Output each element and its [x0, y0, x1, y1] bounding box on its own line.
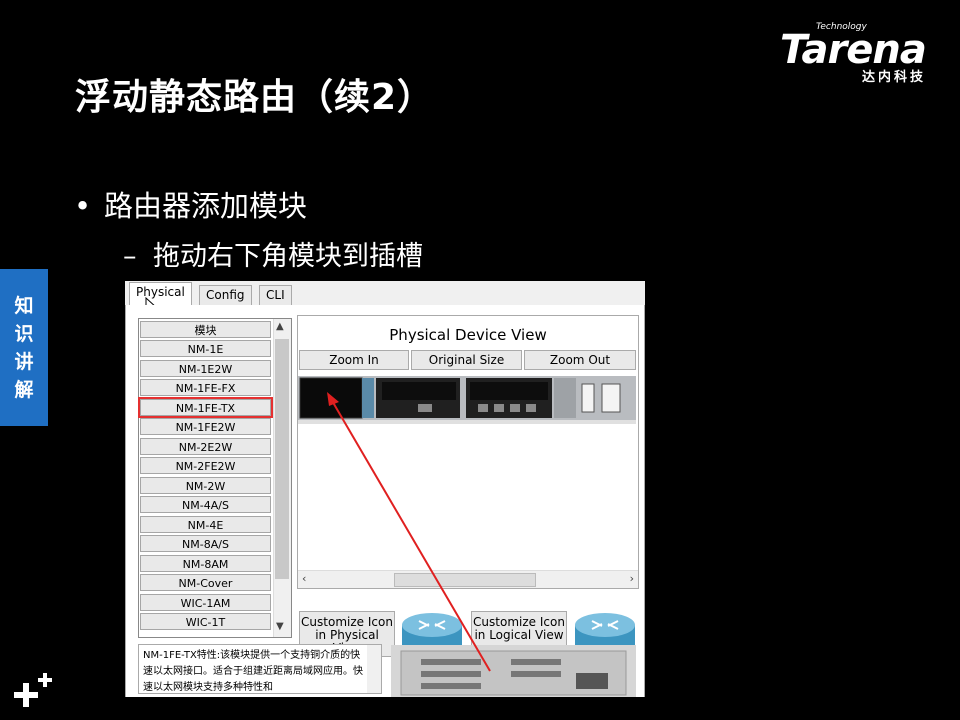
list-item[interactable]: NM-4A/S — [140, 496, 271, 513]
scrollbar-thumb[interactable] — [394, 573, 536, 587]
side-tab-char: 讲 — [14, 350, 34, 373]
list-item[interactable]: NM-8A/S — [140, 535, 271, 552]
scroll-down-icon[interactable]: ▼ — [276, 621, 284, 632]
description-scrollbar[interactable] — [367, 645, 381, 693]
list-item[interactable]: NM-1FE2W — [140, 418, 271, 435]
logo-text: Tarena — [780, 27, 927, 73]
device-view-title: Physical Device View — [389, 326, 547, 344]
module-list[interactable]: 模块 NM-1E NM-1E2W NM-1FE-FX NM-1FE-TX NM-… — [138, 318, 292, 638]
packet-tracer-window: Physical Config CLI 模块 NM-1E NM-1E2W NM-… — [125, 281, 645, 697]
tab-config[interactable]: Config — [199, 285, 252, 305]
tab-physical[interactable]: Physical — [129, 282, 192, 306]
list-item[interactable]: NM-2FE2W — [140, 457, 271, 474]
list-item[interactable]: NM-Cover — [140, 574, 271, 591]
scroll-left-icon[interactable]: ‹ — [302, 572, 306, 585]
list-item[interactable]: NM-8AM — [140, 555, 271, 572]
scrollbar-thumb[interactable] — [275, 339, 289, 579]
list-item[interactable]: NM-1E2W — [140, 360, 271, 377]
bullet-dot: • — [74, 189, 92, 223]
bullet-level2-text: 拖动右下角模块到插槽 — [153, 241, 423, 272]
side-tab-char: 识 — [14, 322, 34, 345]
list-item[interactable]: NM-1FE-FX — [140, 379, 271, 396]
list-item[interactable]: NM-2E2W — [140, 438, 271, 455]
tab-cli[interactable]: CLI — [259, 285, 292, 305]
physical-device-view: Physical Device View Zoom In Original Si… — [297, 315, 639, 589]
list-item[interactable]: WIC-1AM — [140, 594, 271, 611]
physical-panel: 模块 NM-1E NM-1E2W NM-1FE-FX NM-1FE-TX NM-… — [125, 305, 645, 697]
bullet-level2: – 拖动右下角模块到插槽 — [123, 234, 423, 273]
bullet-dash: – — [123, 241, 137, 272]
list-item[interactable]: NM-1E — [140, 340, 271, 357]
zoom-out-button[interactable]: Zoom Out — [524, 350, 636, 370]
bullet-level1: • 路由器添加模块 — [74, 183, 307, 225]
knowledge-side-tab: 知 识 讲 解 — [0, 269, 48, 426]
module-board-image — [391, 645, 636, 697]
scroll-up-icon[interactable]: ▲ — [276, 321, 284, 332]
zoom-in-button[interactable]: Zoom In — [299, 350, 409, 370]
plus-icon — [14, 673, 52, 707]
module-list-scrollbar[interactable]: ▲ ▼ — [273, 319, 291, 637]
tab-bar: Physical Config CLI — [125, 281, 645, 306]
list-item-selected[interactable]: NM-1FE-TX — [138, 397, 273, 418]
router-chassis-image — [298, 376, 636, 424]
logo-cn: 达内科技 — [862, 70, 927, 85]
tarena-logo: Technology Tarena 达内科技 — [780, 22, 950, 85]
device-view-hscrollbar[interactable]: ‹ › — [298, 570, 638, 588]
original-size-button[interactable]: Original Size — [411, 350, 522, 370]
slide-title: 浮动静态路由（续2） — [75, 77, 435, 118]
list-item[interactable]: NM-4E — [140, 516, 271, 533]
bullet-level1-text: 路由器添加模块 — [104, 189, 308, 223]
module-description-text: NM-1FE-TX特性:该模块提供一个支持铜介质的快速以太网接口。适合于组建近距… — [143, 650, 363, 693]
scroll-right-icon[interactable]: › — [630, 572, 634, 585]
list-item[interactable]: WIC-1T — [140, 613, 271, 630]
side-tab-char: 解 — [14, 378, 34, 401]
module-list-header: 模块 — [140, 321, 271, 338]
module-description: NM-1FE-TX特性:该模块提供一个支持铜介质的快速以太网接口。适合于组建近距… — [138, 644, 382, 694]
side-tab-char: 知 — [14, 294, 34, 317]
list-item[interactable]: NM-2W — [140, 477, 271, 494]
